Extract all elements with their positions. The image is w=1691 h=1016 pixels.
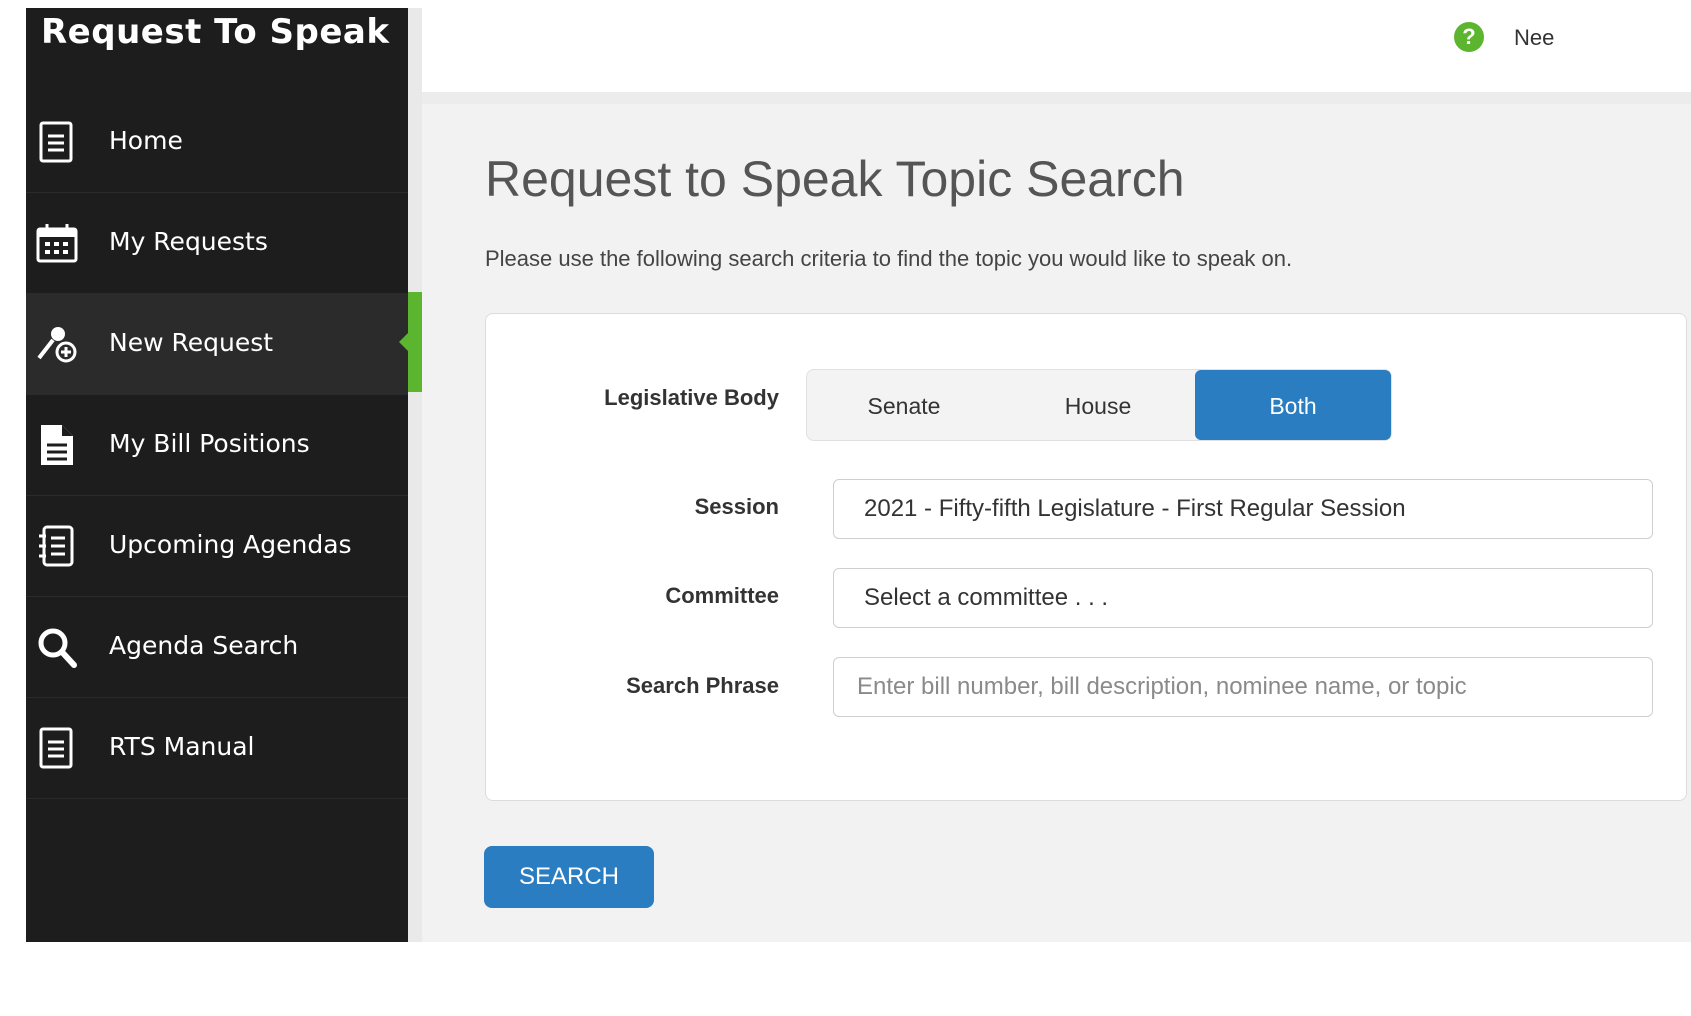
sidebar-item-rts-manual[interactable]: RTS Manual: [26, 698, 408, 799]
agenda-icon: [39, 525, 74, 567]
house-option[interactable]: House: [1001, 370, 1195, 440]
sidebar-divider: [408, 8, 422, 942]
session-select[interactable]: 2021 - Fifty-fifth Legislature - First R…: [833, 479, 1653, 539]
sidebar-item-label: My Requests: [109, 227, 268, 256]
sidebar-item-label: RTS Manual: [109, 732, 255, 761]
file-icon: [41, 425, 73, 465]
calendar-icon: [36, 224, 78, 263]
committee-select[interactable]: Select a committee . . .: [833, 568, 1653, 628]
document-icon: [39, 121, 73, 163]
search-phrase-label: Search Phrase: [626, 673, 779, 698]
active-indicator-arrow: [399, 332, 409, 352]
active-indicator: [408, 292, 422, 392]
help-icon[interactable]: ?: [1454, 22, 1484, 52]
legislative-body-toggle: Senate House Both: [806, 369, 1392, 441]
microphone-add-icon: [37, 327, 77, 363]
topbar-divider: [422, 92, 1691, 104]
sidebar-item-label: My Bill Positions: [109, 429, 310, 458]
session-label: Session: [694, 494, 779, 519]
manual-icon: [39, 727, 73, 769]
sidebar-nav: Home My Requests New Request My Bill Pos…: [26, 92, 408, 799]
sidebar-item-my-bill-positions[interactable]: My Bill Positions: [26, 395, 408, 496]
sidebar-item-my-requests[interactable]: My Requests: [26, 193, 408, 294]
committee-label: Committee: [665, 583, 779, 608]
help-link[interactable]: Nee: [1514, 25, 1554, 51]
sidebar: Request To Speak Home My Requests New Re…: [26, 8, 408, 942]
app-title: Request To Speak: [41, 12, 390, 52]
topbar: [422, 8, 1691, 92]
search-phrase-input[interactable]: [833, 657, 1653, 717]
search-icon: [38, 628, 77, 668]
page-title: Request to Speak Topic Search: [485, 151, 1185, 207]
search-button[interactable]: SEARCH: [484, 846, 654, 908]
both-option[interactable]: Both: [1195, 370, 1391, 440]
sidebar-item-label: Upcoming Agendas: [109, 530, 352, 559]
sidebar-item-upcoming-agendas[interactable]: Upcoming Agendas: [26, 496, 408, 597]
sidebar-item-agenda-search[interactable]: Agenda Search: [26, 597, 408, 698]
senate-option[interactable]: Senate: [807, 370, 1001, 440]
sidebar-item-new-request[interactable]: New Request: [26, 294, 408, 395]
page-description: Please use the following search criteria…: [485, 246, 1293, 271]
sidebar-item-label: New Request: [109, 328, 274, 357]
page-bottom: [0, 942, 1691, 1016]
sidebar-item-home[interactable]: Home: [26, 92, 408, 193]
legislative-body-label: Legislative Body: [604, 385, 779, 410]
sidebar-item-label: Home: [109, 126, 183, 155]
sidebar-item-label: Agenda Search: [109, 631, 299, 660]
